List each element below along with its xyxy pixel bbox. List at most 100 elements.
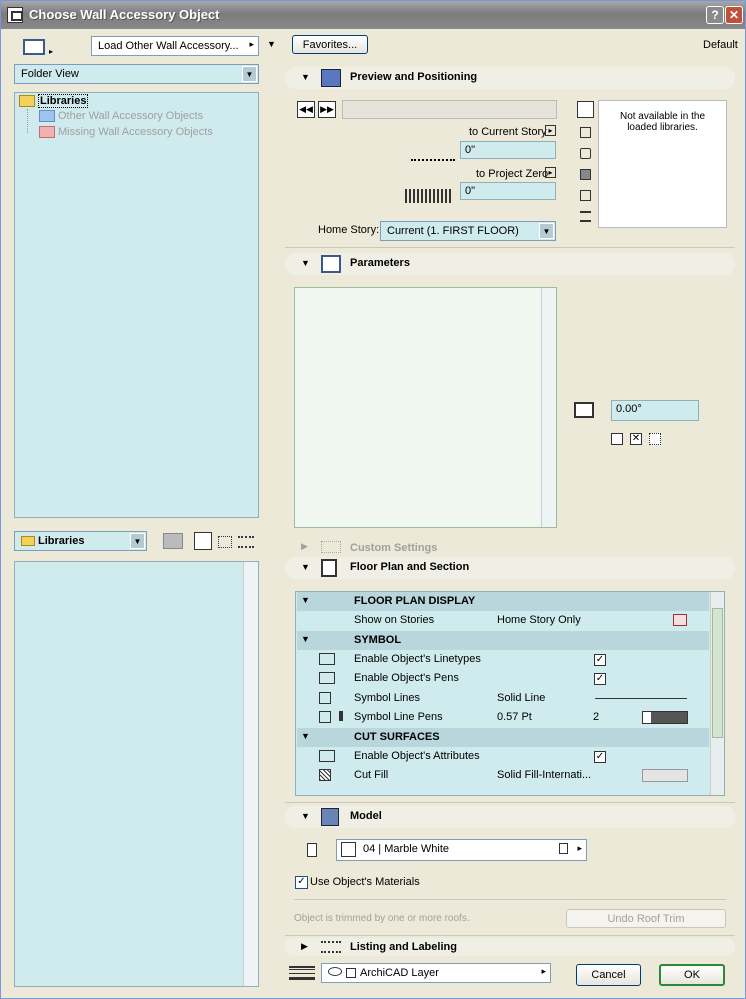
help-button[interactable]: ? xyxy=(706,6,724,24)
plan-view-icon[interactable] xyxy=(577,101,594,118)
split-arrow-icon[interactable]: ▼ xyxy=(267,39,276,49)
to-project-zero-label[interactable]: to Project Zero xyxy=(476,168,548,180)
tree-item-missing[interactable]: Missing Wall Accessory Objects xyxy=(39,126,213,139)
section-floor-plan[interactable]: ▼ Floor Plan and Section xyxy=(285,557,735,579)
close-button[interactable]: ✕ xyxy=(725,6,743,24)
section-title: Listing and Labeling xyxy=(350,941,457,953)
table-header-cut-surfaces[interactable]: ▼ CUT SURFACES xyxy=(297,728,709,747)
eye-icon[interactable] xyxy=(328,967,342,976)
fill-swatch[interactable] xyxy=(642,769,688,782)
section-parameters[interactable]: ▼ Parameters xyxy=(285,253,735,275)
ok-button[interactable]: OK xyxy=(659,964,725,986)
material-select[interactable]: 04 | Marble White ▸ xyxy=(336,839,587,861)
section-custom-settings[interactable]: ▶ Custom Settings xyxy=(285,539,735,555)
project-zero-value: 0" xyxy=(465,185,476,197)
small-icons-view-icon[interactable] xyxy=(218,536,232,548)
layer-select[interactable]: ArchiCAD Layer ▸ xyxy=(321,963,551,983)
pen-swatch[interactable] xyxy=(642,711,688,724)
undo-roof-trim-button[interactable]: Undo Roof Trim xyxy=(566,909,726,928)
section-title: Custom Settings xyxy=(350,542,438,554)
material-swatch xyxy=(341,842,356,857)
tree-root-label: Libraries xyxy=(38,94,89,108)
mirror-y-icon[interactable] xyxy=(649,433,661,445)
row-checkbox[interactable]: ✓ xyxy=(594,654,606,666)
mirror-none-icon[interactable] xyxy=(611,433,623,445)
table-row[interactable]: Symbol Line Pens 0.57 Pt 2 xyxy=(297,708,709,727)
table-row[interactable]: Enable Object's Linetypes ✓ xyxy=(297,650,709,669)
angle-field[interactable]: 0.00° xyxy=(611,400,699,421)
object-name-field xyxy=(342,100,557,119)
submenu-arrow-icon[interactable]: ▸ xyxy=(545,125,556,136)
use-materials-checkbox[interactable]: ✓ xyxy=(295,876,308,889)
table-header-symbol[interactable]: ▼ SYMBOL xyxy=(297,631,709,650)
row-label: Symbol Line Pens xyxy=(354,711,443,723)
layer-value: ArchiCAD Layer xyxy=(360,967,439,979)
section-title: Parameters xyxy=(350,257,410,269)
section-view-icon[interactable] xyxy=(580,127,591,138)
project-zero-field[interactable]: 0" xyxy=(460,182,556,200)
prev-object-button[interactable]: ◀◀ xyxy=(297,101,315,118)
linetype-icon xyxy=(319,653,335,665)
folder-up-icon[interactable] xyxy=(163,533,183,549)
chevron-down-icon: ▼ xyxy=(539,223,554,239)
table-row[interactable]: Cut Fill Solid Fill-Internati... xyxy=(297,766,709,785)
current-story-field[interactable]: 0" xyxy=(460,141,556,159)
use-materials-label[interactable]: Use Object's Materials xyxy=(310,876,420,888)
next-object-button[interactable]: ▶▶ xyxy=(318,101,336,118)
scrollbar-thumb[interactable] xyxy=(712,608,723,738)
row-label: Enable Object's Linetypes xyxy=(354,653,481,665)
scrollbar[interactable] xyxy=(541,288,556,527)
object-browser-list[interactable] xyxy=(14,561,259,987)
table-row[interactable]: Enable Object's Pens ✓ xyxy=(297,669,709,688)
table-row[interactable]: Symbol Lines Solid Line xyxy=(297,689,709,708)
section-title: Floor Plan and Section xyxy=(350,561,470,573)
stories-icon[interactable] xyxy=(673,614,687,626)
list-view-icon[interactable] xyxy=(238,536,254,548)
floor-plan-icon xyxy=(321,559,337,577)
perspective-view-icon[interactable] xyxy=(580,169,591,180)
material-value: 04 | Marble White xyxy=(363,843,450,855)
axon-view-icon[interactable] xyxy=(580,148,591,159)
header-label: FLOOR PLAN DISPLAY xyxy=(354,595,476,607)
section-model[interactable]: ▼ Model xyxy=(285,806,735,828)
table-row[interactable]: Enable Object's Attributes ✓ xyxy=(297,747,709,766)
to-current-story-label[interactable]: to Current Story xyxy=(469,126,547,138)
view-select[interactable]: Folder View ▼ xyxy=(14,64,259,84)
chevron-down-icon: ▼ xyxy=(130,533,145,549)
submenu-arrow-icon[interactable]: ▸ xyxy=(545,167,556,178)
section-listing[interactable]: ▶ Listing and Labeling xyxy=(285,938,735,956)
bottom-library-value: Libraries xyxy=(38,535,85,547)
table-header-floor-plan-display[interactable]: ▼ FLOOR PLAN DISPLAY xyxy=(297,592,709,611)
row-checkbox[interactable]: ✓ xyxy=(594,751,606,763)
header-label: CUT SURFACES xyxy=(354,731,440,743)
row-value: 0.57 Pt xyxy=(497,711,532,723)
elevation-view-icon[interactable] xyxy=(580,190,591,201)
tree-item-other[interactable]: Other Wall Accessory Objects xyxy=(39,110,203,123)
default-label: Default xyxy=(703,39,738,51)
scrollbar[interactable] xyxy=(243,562,258,986)
lock-icon[interactable] xyxy=(346,968,356,979)
cancel-button[interactable]: Cancel xyxy=(576,964,641,986)
table-row[interactable]: Show on Stories Home Story Only xyxy=(297,611,709,630)
folder-icon xyxy=(39,110,55,123)
section-preview[interactable]: ▼ Preview and Positioning xyxy=(285,67,735,89)
tree-root[interactable]: Libraries xyxy=(19,94,89,108)
material-settings-icon[interactable] xyxy=(559,843,568,854)
view-mode-arrow-icon[interactable]: ▸ xyxy=(49,47,53,56)
bottom-library-select[interactable]: Libraries ▼ xyxy=(14,531,147,551)
view-mode-icon[interactable] xyxy=(23,39,45,55)
collapse-triangle-icon: ▶ xyxy=(301,941,308,951)
row-value: Home Story Only xyxy=(497,614,581,626)
load-other-button[interactable]: Load Other Wall Accessory... ▸ xyxy=(91,36,259,56)
favorites-button[interactable]: Favorites... xyxy=(292,35,368,54)
row-checkbox[interactable]: ✓ xyxy=(594,673,606,685)
parameters-list[interactable] xyxy=(294,287,557,528)
expand-triangle-icon: ▼ xyxy=(301,811,310,821)
section-title: Model xyxy=(350,810,382,822)
mirror-x-icon[interactable]: ✕ xyxy=(630,433,642,445)
large-icons-view-icon[interactable] xyxy=(194,532,212,550)
scrollbar[interactable] xyxy=(710,592,724,795)
library-tree[interactable]: Libraries Other Wall Accessory Objects M… xyxy=(14,92,259,518)
home-story-select[interactable]: Current (1. FIRST FLOOR) ▼ xyxy=(380,221,556,241)
listing-view-icon[interactable] xyxy=(580,211,591,222)
